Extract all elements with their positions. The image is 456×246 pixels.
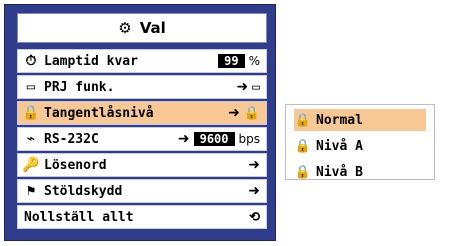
- lamp-timer-value: 99: [218, 54, 245, 68]
- password-key-icon: 🔑: [22, 157, 40, 173]
- arrow-right-icon: ➜: [177, 131, 190, 147]
- menu-item-rs232c[interactable]: ⌁ RS-232C ➜ 9600 bps: [17, 127, 267, 151]
- lamp-timer-unit: %: [248, 54, 260, 68]
- key-lock-mini-icon: 🔒: [243, 105, 260, 121]
- arrow-right-icon: ➜: [228, 105, 240, 121]
- password-right: ➜: [248, 154, 260, 176]
- reset-all-right: ⟲: [249, 206, 260, 228]
- menu-item-label: RS-232C: [44, 131, 99, 147]
- projector-mode-icon: ▭: [26, 79, 36, 95]
- anti-theft-icon: ⚑: [26, 183, 36, 199]
- submenu-item-level-b[interactable]: 🔒 Nivå B: [294, 161, 426, 183]
- menu-item-password[interactable]: 🔑 Lösenord ➜: [17, 153, 267, 177]
- lock-icon: 🔒: [294, 164, 312, 180]
- menu-item-prj-mode[interactable]: ▭ PRJ funk. ➜ ▭: [17, 75, 267, 99]
- menu-title: ⚙ Val: [17, 13, 267, 43]
- submenu-item-label: Nivå B: [316, 164, 363, 180]
- menu-items: ⏱ Lamptid kvar 99 % ▭ PRJ funk. ➜ ▭ 🔒 Ta…: [17, 49, 267, 231]
- arrow-right-icon: ➜: [248, 157, 260, 173]
- submenu-item-label: Normal: [316, 112, 363, 128]
- menu-item-label: Lamptid kvar: [44, 53, 138, 69]
- lock-icon: 🔒: [294, 112, 312, 128]
- lamp-timer-value-group: 99 %: [218, 50, 260, 72]
- reset-all-icon: ⟲: [249, 209, 260, 225]
- menu-item-reset-all[interactable]: Nollställ allt ⟲: [17, 205, 267, 229]
- arrow-right-icon: ➜: [248, 183, 260, 199]
- menu-item-label: Nollställ allt: [24, 209, 134, 225]
- rs232c-icon: ⌁: [26, 131, 36, 147]
- menu-item-label: PRJ funk.: [44, 79, 115, 95]
- menu-item-key-lock-level[interactable]: 🔒 Tangentlåsnivå ➜ 🔒: [17, 101, 267, 125]
- rs232c-right: ➜ 9600 bps: [178, 128, 260, 150]
- arrow-right-icon: ➜: [236, 79, 249, 95]
- key-lock-icon: 🔒: [22, 105, 40, 121]
- lock-icon: 🔒: [294, 138, 312, 154]
- options-icon: ⚙: [118, 19, 132, 37]
- submenu-item-normal[interactable]: 🔒 Normal: [294, 109, 426, 131]
- menu-item-lamp-timer[interactable]: ⏱ Lamptid kvar 99 %: [17, 49, 267, 73]
- submenu-item-label: Nivå A: [316, 138, 363, 154]
- key-lock-level-submenu: 🔒 Normal 🔒 Nivå A 🔒 Nivå B: [285, 104, 435, 180]
- lamp-timer-icon: ⏱: [25, 53, 37, 69]
- menu-item-label: Lösenord: [44, 157, 107, 173]
- menu-item-label: Tangentlåsnivå: [44, 105, 154, 121]
- menu-item-label: Stöldskydd: [44, 183, 123, 199]
- rs232c-unit: bps: [238, 132, 261, 146]
- menu-title-label: Val: [139, 19, 166, 37]
- options-menu-panel: ⚙ Val ⏱ Lamptid kvar 99 % ▭ PRJ funk. ➜ …: [4, 4, 276, 241]
- projector-mode-mini-icon: ▭: [252, 79, 260, 95]
- anti-theft-right: ➜: [248, 180, 260, 202]
- key-lock-right: ➜ 🔒: [228, 102, 260, 124]
- rs232c-value: 9600: [193, 132, 235, 146]
- prj-mode-right: ➜ ▭: [236, 76, 260, 98]
- menu-item-anti-theft[interactable]: ⚑ Stöldskydd ➜: [17, 179, 267, 203]
- submenu-item-level-a[interactable]: 🔒 Nivå A: [294, 135, 426, 157]
